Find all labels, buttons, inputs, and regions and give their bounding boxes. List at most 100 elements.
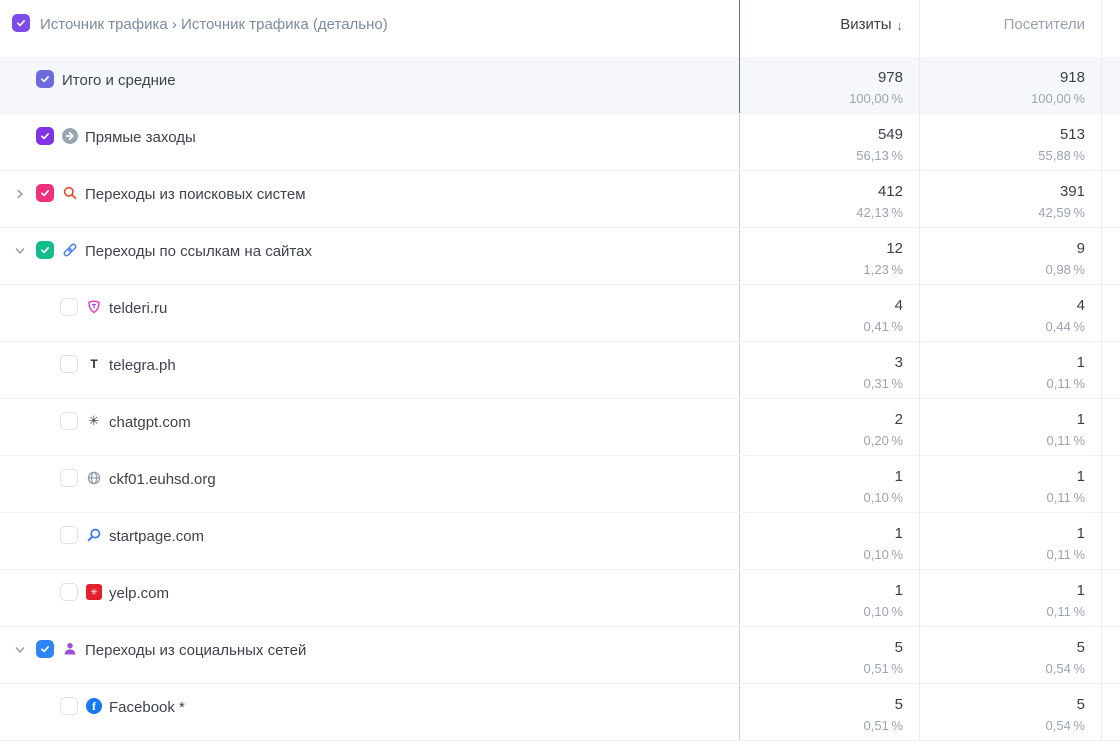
visits-cell: 4 0,41 %	[740, 285, 920, 341]
visits-value: 1	[894, 525, 903, 542]
visitors-percent: 100,00 %	[1031, 91, 1085, 106]
chevron-down-icon[interactable]	[12, 243, 28, 259]
visits-cell: 412 42,13 %	[740, 171, 920, 227]
visits-value: 5	[894, 639, 903, 656]
column-header-visitors[interactable]: Посетители	[920, 0, 1102, 57]
row-label: Прямые заходы	[85, 129, 196, 146]
row-label: Итого и средние	[62, 72, 176, 89]
facebook-icon: f	[86, 698, 102, 714]
row-checkbox[interactable]	[36, 184, 54, 202]
row-checkbox[interactable]	[60, 526, 78, 544]
row-label: yelp.com	[109, 585, 170, 602]
row-checkbox[interactable]	[36, 127, 54, 145]
table-row: ckf01.euhsd.org 1 0,10 % 1 0,11 %	[0, 456, 1120, 513]
row-checkbox[interactable]	[60, 583, 78, 601]
visits-cell: 978 100,00 %	[740, 57, 920, 113]
visits-cell: 2 0,20 %	[740, 399, 920, 455]
row-label: telderi.ru	[109, 300, 168, 317]
row-spacer	[1102, 114, 1120, 170]
visitors-cell: 1 0,11 %	[920, 456, 1102, 512]
visitors-percent: 0,54 %	[1045, 718, 1085, 733]
visitors-value: 4	[1076, 297, 1085, 314]
visits-value: 412	[877, 183, 903, 200]
visitors-percent: 0,11 %	[1046, 433, 1086, 448]
column-header-visits[interactable]: Визиты ↓	[740, 0, 920, 57]
visits-percent: 0,10 %	[863, 604, 903, 619]
row-label: telegra.ph	[109, 357, 176, 374]
direct-traffic-icon	[62, 128, 78, 144]
visits-percent: 0,51 %	[863, 718, 903, 733]
row-name-cell: Прямые заходы	[0, 114, 740, 170]
visitors-value: 1	[1076, 411, 1085, 428]
visitors-cell: 391 42,59 %	[920, 171, 1102, 227]
row-spacer	[1102, 285, 1120, 341]
row-checkbox[interactable]	[36, 70, 54, 88]
visitors-cell: 513 55,88 %	[920, 114, 1102, 170]
header-spacer	[1102, 0, 1120, 57]
visitors-column-label: Посетители	[1003, 16, 1085, 33]
row-name-cell: ✳ yelp.com	[0, 570, 740, 626]
row-checkbox[interactable]	[36, 640, 54, 658]
telderi-icon	[86, 299, 102, 315]
row-checkbox[interactable]	[60, 412, 78, 430]
row-label: ckf01.euhsd.org	[109, 471, 216, 488]
sort-descending-icon: ↓	[896, 18, 904, 33]
table-row: f Facebook * 5 0,51 % 5 0,54 %	[0, 684, 1120, 741]
visitors-value: 1	[1076, 354, 1085, 371]
visits-value: 978	[877, 69, 903, 86]
row-label: chatgpt.com	[109, 414, 191, 431]
table-row: Ttelegra.ph 3 0,31 % 1 0,11 %	[0, 342, 1120, 399]
site-links-icon	[62, 242, 78, 258]
visits-value: 549	[877, 126, 903, 143]
visitors-cell: 1 0,11 %	[920, 513, 1102, 569]
visitors-percent: 55,88 %	[1038, 148, 1085, 163]
row-checkbox[interactable]	[60, 697, 78, 715]
visits-percent: 0,41 %	[863, 319, 903, 334]
visitors-value: 9	[1076, 240, 1085, 257]
visits-percent: 100,00 %	[849, 91, 903, 106]
row-spacer	[1102, 171, 1120, 227]
visits-percent: 0,10 %	[863, 547, 903, 562]
row-name-cell: Ttelegra.ph	[0, 342, 740, 398]
visits-percent: 56,13 %	[856, 148, 903, 163]
row-spacer	[1102, 570, 1120, 626]
table-row: Переходы из поисковых систем 412 42,13 % 39…	[0, 171, 1120, 228]
visitors-value: 1	[1076, 582, 1085, 599]
row-label: startpage.com	[109, 528, 205, 545]
visitors-percent: 0,54 %	[1045, 661, 1085, 676]
row-checkbox[interactable]	[60, 355, 78, 373]
chatgpt-icon: ✳	[88, 413, 100, 428]
visitors-percent: 0,44 %	[1045, 319, 1085, 334]
row-checkbox[interactable]	[60, 298, 78, 316]
chevron-right-icon[interactable]	[12, 186, 28, 202]
visits-value: 4	[894, 297, 903, 314]
yelp-icon: ✳	[86, 584, 102, 600]
visits-cell: 5 0,51 %	[740, 684, 920, 740]
visitors-value: 918	[1059, 69, 1085, 86]
visitors-cell: 1 0,11 %	[920, 342, 1102, 398]
table-row: startpage.com 1 0,10 % 1 0,11 %	[0, 513, 1120, 570]
row-checkbox[interactable]	[60, 469, 78, 487]
dimension-header-cell: Источник трафика › Источник трафика (дет…	[0, 0, 740, 57]
visits-cell: 5 0,51 %	[740, 627, 920, 683]
table-body: Итого и средние 978 100,00 % 918 100,00 % Пря…	[0, 57, 1120, 741]
dimension-title[interactable]: Источник трафика › Источник трафика (дет…	[40, 15, 388, 34]
visitors-percent: 0,11 %	[1046, 604, 1086, 619]
visits-cell: 1 0,10 %	[740, 513, 920, 569]
visitors-cell: 5 0,54 %	[920, 684, 1102, 740]
row-name-cell: ✳ chatgpt.com	[0, 399, 740, 455]
search-engine-icon	[62, 185, 78, 201]
visits-value: 2	[894, 411, 903, 428]
row-name-cell: Переходы из социальных сетей	[0, 627, 740, 683]
visitors-value: 5	[1076, 696, 1085, 713]
select-all-checkbox[interactable]	[12, 14, 30, 32]
visits-percent: 42,13 %	[856, 205, 903, 220]
visits-cell: 549 56,13 %	[740, 114, 920, 170]
social-person-icon	[62, 641, 78, 657]
chevron-down-icon[interactable]	[12, 642, 28, 658]
row-name-cell: startpage.com	[0, 513, 740, 569]
row-spacer	[1102, 627, 1120, 683]
visitors-cell: 5 0,54 %	[920, 627, 1102, 683]
visits-percent: 1,23 %	[863, 262, 903, 277]
row-checkbox[interactable]	[36, 241, 54, 259]
